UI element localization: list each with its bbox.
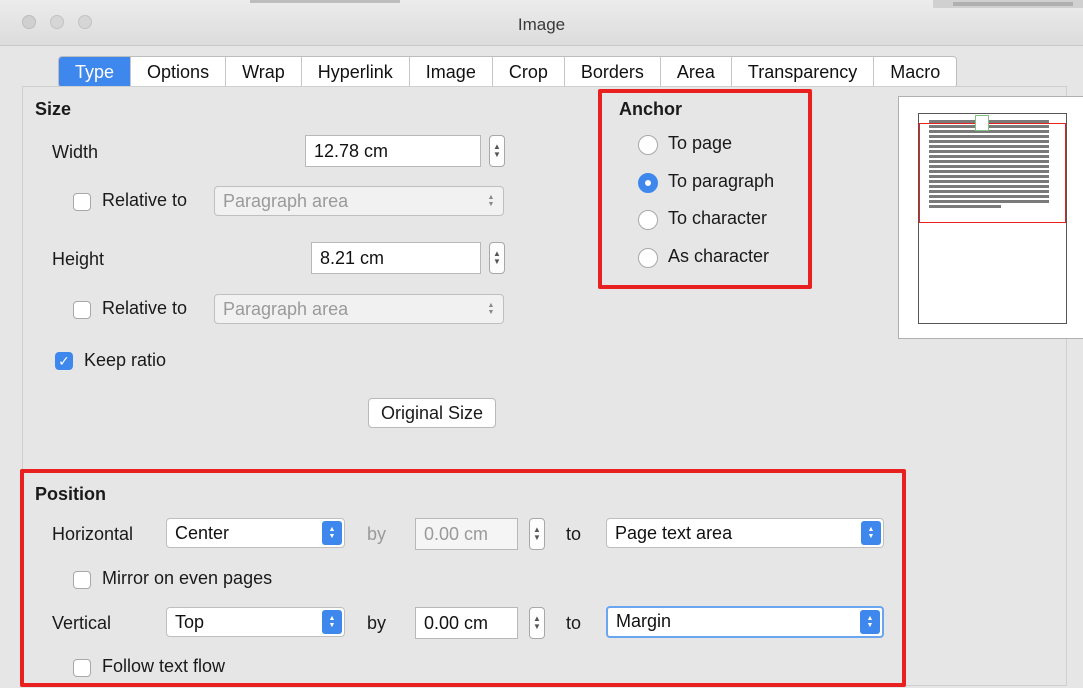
height-stepper[interactable]: ▲ ▼ [489, 242, 505, 274]
tab-transparency[interactable]: Transparency [731, 57, 875, 87]
horizontal-to-select[interactable]: Page text area ▲ ▼ [606, 518, 884, 548]
width-relative-checkbox[interactable] [73, 193, 91, 211]
checkmark-icon: ✓ [58, 353, 70, 369]
width-stepper[interactable]: ▲ ▼ [489, 135, 505, 167]
vertical-to-label: to [566, 613, 582, 633]
anchor-to-page-label: To page [668, 133, 733, 153]
anchor-to-page-radio[interactable] [638, 135, 658, 155]
chevron-updown-icon: ▲ ▼ [487, 302, 495, 316]
chevron-down-icon: ▼ [533, 533, 541, 542]
tab-bar: Type Options Wrap Hyperlink Image Crop B… [58, 56, 958, 88]
anchor-to-paragraph-radio[interactable] [638, 173, 658, 193]
preview-text-lines [929, 120, 1049, 210]
anchor-as-character-radio[interactable] [638, 248, 658, 268]
width-relative-select-value: Paragraph area [223, 191, 349, 211]
follow-text-flow-checkbox[interactable] [73, 659, 91, 677]
vertical-select[interactable]: Top ▲ ▼ [166, 607, 345, 637]
horizontal-to-label: to [566, 524, 582, 544]
mirror-even-pages-label: Mirror on even pages [102, 568, 273, 588]
chevron-down-icon: ▼ [493, 257, 501, 266]
anchor-section-title: Anchor [619, 99, 682, 119]
height-relative-checkbox[interactable] [73, 301, 91, 319]
vertical-label: Vertical [52, 613, 112, 633]
title-bar: Image [0, 0, 1083, 46]
anchor-as-character-label: As character [668, 246, 770, 266]
height-relative-select-value: Paragraph area [223, 299, 349, 319]
chevron-updown-icon: ▲ ▼ [322, 521, 342, 545]
mirror-even-pages-checkbox[interactable] [73, 571, 91, 589]
chevron-down-icon: ▼ [533, 622, 541, 631]
horizontal-select-value: Center [175, 523, 230, 543]
tab-macro[interactable]: Macro [874, 57, 957, 87]
tab-wrap[interactable]: Wrap [226, 57, 302, 87]
width-relative-label: Relative to [102, 190, 188, 210]
vertical-by-label: by [367, 613, 387, 633]
preview-page [918, 113, 1067, 324]
width-relative-select[interactable]: Paragraph area ▲ ▼ [214, 186, 504, 216]
anchor-preview [898, 96, 1083, 339]
chevron-updown-icon: ▲ ▼ [487, 194, 495, 208]
tab-options[interactable]: Options [131, 57, 227, 87]
size-section-title: Size [35, 99, 72, 119]
position-section-title: Position [35, 484, 106, 504]
horizontal-by-stepper[interactable]: ▲ ▼ [529, 518, 545, 550]
width-field[interactable]: 12.78 cm [305, 135, 481, 167]
anchor-to-character-radio[interactable] [638, 210, 658, 230]
background-window-edge [933, 0, 1083, 8]
tab-area[interactable]: Area [660, 57, 732, 87]
background-window-edge [250, 0, 400, 3]
keep-ratio-checkbox[interactable]: ✓ [55, 352, 73, 370]
type-tab-panel: Size Width 12.78 cm ▲ ▼ Relative to Parag… [20, 86, 1083, 687]
chevron-updown-icon: ▲ ▼ [860, 610, 880, 634]
horizontal-select[interactable]: Center ▲ ▼ [166, 518, 345, 548]
chevron-updown-icon: ▲ ▼ [861, 521, 881, 545]
chevron-updown-icon: ▲ ▼ [322, 610, 342, 634]
tab-type[interactable]: Type [59, 57, 132, 87]
vertical-by-stepper[interactable]: ▲ ▼ [529, 607, 545, 639]
horizontal-label: Horizontal [52, 524, 134, 544]
anchor-to-paragraph-label: To paragraph [668, 171, 775, 191]
height-relative-label: Relative to [102, 298, 188, 318]
height-relative-select[interactable]: Paragraph area ▲ ▼ [214, 294, 504, 324]
vertical-to-select-value: Margin [616, 611, 672, 631]
horizontal-by-field[interactable]: 0.00 cm [415, 518, 518, 550]
height-field[interactable]: 8.21 cm [311, 242, 481, 274]
horizontal-by-label: by [367, 524, 387, 544]
width-label: Width [52, 142, 99, 162]
tab-image[interactable]: Image [409, 57, 493, 87]
horizontal-to-select-value: Page text area [615, 523, 733, 543]
tab-hyperlink[interactable]: Hyperlink [301, 57, 410, 87]
anchor-to-character-label: To character [668, 208, 768, 228]
follow-text-flow-label: Follow text flow [102, 656, 226, 676]
original-size-button[interactable]: Original Size [368, 398, 497, 428]
keep-ratio-label: Keep ratio [84, 350, 167, 370]
window-title: Image [517, 15, 566, 34]
height-label: Height [52, 249, 105, 269]
tab-crop[interactable]: Crop [492, 57, 565, 87]
chevron-down-icon: ▼ [493, 150, 501, 159]
vertical-select-value: Top [175, 612, 205, 632]
vertical-by-field[interactable]: 0.00 cm [415, 607, 518, 639]
tab-borders[interactable]: Borders [564, 57, 661, 87]
preview-image-marker [975, 115, 989, 131]
vertical-to-select[interactable]: Margin ▲ ▼ [606, 606, 884, 638]
